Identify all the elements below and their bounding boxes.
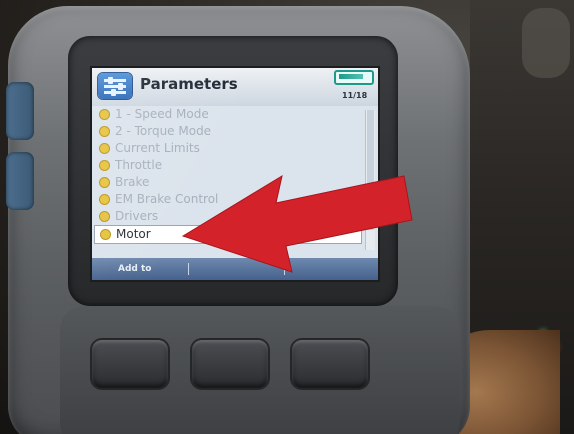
- photo-scene: Parameters 11/18 1 - Speed Mode 2 - Torq…: [0, 0, 574, 434]
- list-item-label: Current Limits: [115, 141, 200, 155]
- parameters-sliders-icon: [98, 73, 132, 99]
- soft-key-divider: [284, 263, 285, 275]
- folder-bullet-icon: [100, 144, 109, 153]
- hardware-button-right[interactable]: [292, 340, 368, 388]
- list-item-selected[interactable]: Motor: [94, 225, 362, 244]
- hardware-button-center[interactable]: [192, 340, 268, 388]
- folder-bullet-icon: [100, 110, 109, 119]
- parameter-list: 1 - Speed Mode 2 - Torque Mode Current L…: [92, 106, 364, 256]
- list-item[interactable]: EM Brake Control: [94, 191, 360, 208]
- list-item-label: EM Brake Control: [115, 192, 219, 206]
- folder-bullet-icon: [100, 161, 109, 170]
- list-item-label: Motor: [116, 227, 151, 241]
- folder-bullet-icon: [100, 127, 109, 136]
- list-item-label: Brake: [115, 175, 150, 189]
- title-bar: Parameters 11/18: [92, 68, 378, 106]
- list-item[interactable]: Drivers: [94, 208, 360, 225]
- folder-bullet-icon: [100, 195, 109, 204]
- page-counter: 11/18: [342, 91, 368, 100]
- list-item[interactable]: 2 - Torque Mode: [94, 123, 360, 140]
- list-item-label: Throttle: [115, 158, 163, 172]
- soft-key-bar: Add to: [92, 258, 378, 280]
- scrollbar[interactable]: [365, 110, 375, 250]
- soft-key-divider: [188, 263, 189, 275]
- page-title: Parameters: [140, 75, 238, 93]
- side-button-upper[interactable]: [6, 82, 34, 140]
- list-item-label: 1 - Speed Mode: [115, 107, 209, 121]
- list-item[interactable]: Throttle: [94, 157, 360, 174]
- soft-key-add-to[interactable]: Add to: [118, 258, 151, 280]
- folder-bullet-icon: [100, 178, 109, 187]
- hardware-button-left[interactable]: [92, 340, 168, 388]
- list-item-label: 2 - Torque Mode: [115, 124, 212, 138]
- list-item[interactable]: Current Limits: [94, 140, 360, 157]
- list-item[interactable]: Brake: [94, 174, 360, 191]
- side-button-lower[interactable]: [6, 152, 34, 210]
- background-knob: [522, 8, 570, 78]
- list-item-label: Drivers: [115, 209, 159, 223]
- folder-bullet-icon: [100, 212, 109, 221]
- scrollbar-thumb[interactable]: [367, 110, 374, 230]
- device-screen: Parameters 11/18 1 - Speed Mode 2 - Torq…: [92, 68, 378, 280]
- list-item[interactable]: 1 - Speed Mode: [94, 106, 360, 123]
- folder-bullet-icon: [101, 230, 110, 239]
- connection-status-icon: [334, 70, 374, 85]
